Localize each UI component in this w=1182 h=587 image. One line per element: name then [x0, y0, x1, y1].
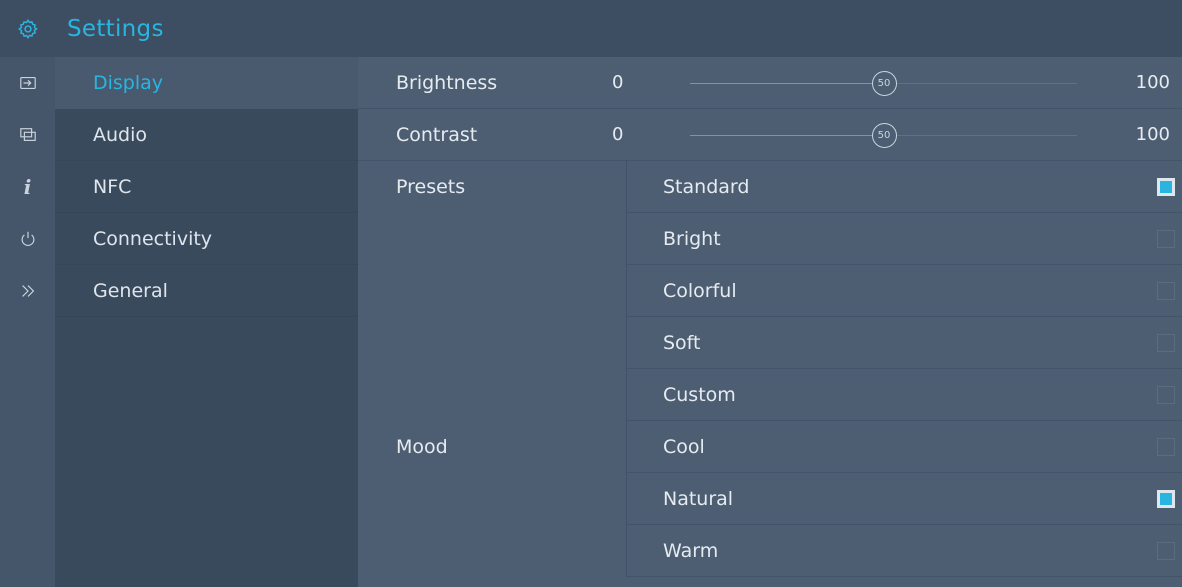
checkbox[interactable]: [1157, 178, 1175, 196]
presets-label: Presets: [396, 176, 466, 198]
display-settings-panel: Brightness 0 50 100 Contrast 0 50 100 Pr…: [358, 57, 1182, 587]
option-label: Cool: [663, 436, 705, 458]
contrast-row: Contrast 0 50 100: [358, 109, 1182, 161]
brightness-slider-thumb[interactable]: 50: [871, 71, 897, 96]
brightness-slider-fill: [690, 83, 884, 84]
option-label: Natural: [663, 488, 734, 510]
power-icon[interactable]: [0, 213, 55, 265]
checkbox[interactable]: [1157, 230, 1175, 248]
gear-icon[interactable]: [0, 0, 55, 57]
mood-label: Mood: [396, 436, 448, 458]
checkbox[interactable]: [1157, 542, 1175, 560]
input-icon[interactable]: [0, 57, 55, 109]
nav-item-general[interactable]: General: [55, 265, 358, 317]
icon-sidebar: i: [0, 57, 55, 587]
preset-option-standard[interactable]: Standard: [627, 161, 1182, 213]
option-label: Warm: [663, 540, 719, 562]
checkbox[interactable]: [1157, 490, 1175, 508]
option-label: Bright: [663, 228, 721, 250]
contrast-label: Contrast: [396, 124, 478, 146]
screens-icon[interactable]: [0, 109, 55, 161]
nav-item-nfc[interactable]: NFC: [55, 161, 358, 213]
brightness-min: 0: [612, 72, 624, 93]
brightness-label: Brightness: [396, 72, 498, 94]
brightness-row: Brightness 0 50 100: [358, 57, 1182, 109]
page-title: Settings: [67, 15, 164, 42]
nav-item-connectivity[interactable]: Connectivity: [55, 213, 358, 265]
contrast-max: 100: [1135, 124, 1170, 145]
preset-option-custom[interactable]: Custom: [627, 369, 1182, 421]
mood-option-warm[interactable]: Warm: [627, 525, 1182, 577]
settings-nav: Display Audio NFC Connectivity General: [55, 57, 358, 587]
nav-item-display[interactable]: Display: [55, 57, 358, 109]
checkbox[interactable]: [1157, 282, 1175, 300]
brightness-max: 100: [1135, 72, 1170, 93]
double-chevron-right-icon[interactable]: [0, 265, 55, 317]
title-bar: Settings: [0, 0, 1182, 57]
contrast-min: 0: [612, 124, 624, 145]
option-label: Standard: [663, 176, 750, 198]
preset-option-colorful[interactable]: Colorful: [627, 265, 1182, 317]
option-label: Custom: [663, 384, 736, 406]
mood-option-natural[interactable]: Natural: [627, 473, 1182, 525]
option-label: Soft: [663, 332, 701, 354]
mood-option-cool[interactable]: Cool: [627, 421, 1182, 473]
contrast-slider-fill: [690, 135, 884, 136]
checkbox[interactable]: [1157, 334, 1175, 352]
nav-item-audio[interactable]: Audio: [55, 109, 358, 161]
info-icon[interactable]: i: [0, 161, 55, 213]
contrast-slider-thumb[interactable]: 50: [871, 123, 897, 148]
option-label: Colorful: [663, 280, 737, 302]
checkbox[interactable]: [1157, 386, 1175, 404]
preset-option-bright[interactable]: Bright: [627, 213, 1182, 265]
preset-option-soft[interactable]: Soft: [627, 317, 1182, 369]
checkbox[interactable]: [1157, 438, 1175, 456]
